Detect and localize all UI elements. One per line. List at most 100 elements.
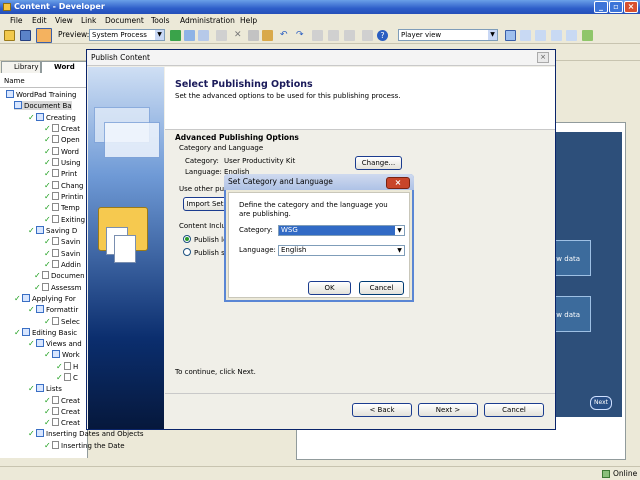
publish-dialog-title: Publish Content [91, 53, 150, 62]
category-select[interactable]: WSG ▼ [278, 225, 405, 236]
chevron-down-icon: ▼ [395, 226, 404, 235]
outdent-icon[interactable] [312, 30, 323, 41]
copy-icon[interactable] [198, 30, 209, 41]
back-button[interactable]: < Back [352, 403, 412, 417]
continue-hint: To continue, click Next. [175, 368, 256, 376]
cut-icon[interactable] [216, 30, 227, 41]
preview-toggle-icon[interactable] [36, 28, 52, 43]
cancel-button[interactable]: Cancel [484, 403, 544, 417]
tree-node[interactable]: ✓ Creat [44, 407, 80, 416]
next-button[interactable]: Next > [418, 403, 478, 417]
new-icon[interactable] [184, 30, 195, 41]
redo-icon[interactable]: ↷ [296, 30, 307, 41]
tree-node[interactable]: ✓ Savin [44, 249, 80, 258]
tree-node[interactable]: ✓ Inserting Dates and Objects [28, 429, 144, 438]
app-icon [3, 3, 11, 11]
properties-icon[interactable] [262, 30, 273, 41]
tree-node[interactable]: ✓ Chang [44, 181, 84, 190]
chevron-down-icon: ▼ [488, 30, 497, 40]
ok-button[interactable]: OK [308, 281, 351, 295]
undo-icon[interactable]: ↶ [280, 30, 291, 41]
minimize-button[interactable]: _ [594, 1, 608, 13]
layout-1-icon[interactable] [505, 30, 516, 41]
page-subtitle: Set the advanced options to be used for … [175, 92, 401, 100]
layout-3-icon[interactable] [535, 30, 546, 41]
indent-icon[interactable] [328, 30, 339, 41]
tree-node[interactable]: ✓ Views and [28, 339, 82, 348]
outline-column-name[interactable]: Name [0, 77, 88, 88]
layout-4-icon[interactable] [551, 30, 562, 41]
tree-node[interactable]: ✓ Creating [28, 113, 76, 122]
radio-publish-option-1[interactable]: Publish lo [183, 235, 227, 244]
tree-node[interactable]: ✓ Exiting [44, 215, 85, 224]
close-icon[interactable]: × [386, 177, 410, 189]
tree-node[interactable]: ✓ Word [44, 147, 79, 156]
tree-node[interactable]: ✓ Assessm [34, 283, 82, 292]
language-select[interactable]: English ▼ [278, 245, 405, 256]
player-view-select[interactable]: Player view ▼ [398, 29, 498, 41]
tree-node[interactable]: ✓ Work [44, 350, 80, 359]
tree-node[interactable]: ✓ Savin [44, 237, 80, 246]
radio-selected-icon [183, 235, 191, 243]
find-icon[interactable] [248, 30, 259, 41]
change-button[interactable]: Change... [355, 156, 402, 170]
tree-node[interactable]: ✓ Saving D [28, 226, 77, 235]
tree-node[interactable]: WordPad Training [6, 90, 76, 99]
tree-node[interactable]: Document Ba [14, 101, 72, 110]
tree-node[interactable]: ✓ Temp [44, 203, 80, 212]
tree-node[interactable]: ✓ Print [44, 169, 77, 178]
tree-node[interactable]: ✓ Applying For [14, 294, 76, 303]
advanced-options-title: Advanced Publishing Options [175, 133, 299, 142]
wizard-header: Select Publishing Options Set the advanc… [165, 67, 555, 130]
menu-edit[interactable]: Edit [32, 16, 47, 25]
menu-view[interactable]: View [55, 16, 73, 25]
tree-node[interactable]: ✓ C [56, 373, 78, 382]
import-settings-button[interactable]: Import Set [183, 197, 227, 211]
tree-node[interactable]: ✓ Lists [28, 384, 62, 393]
toolbar: Preview: System Process ▼ ✕ ↶ ↷ ? Player… [0, 27, 640, 44]
menu-file[interactable]: File [10, 16, 23, 25]
tab-word[interactable]: Word [41, 61, 87, 73]
tree-node[interactable]: ✓ H [56, 362, 78, 371]
preview-mode-value: System Process [92, 31, 147, 39]
save-icon[interactable] [20, 30, 31, 41]
go-icon[interactable] [170, 30, 181, 41]
preview-mode-select[interactable]: System Process ▼ [89, 29, 165, 41]
tree-node[interactable]: ✓ Editing Basic [14, 328, 77, 337]
tab-library[interactable]: Library [1, 61, 41, 73]
close-window-button[interactable]: × [624, 1, 638, 13]
help-icon[interactable]: ? [377, 30, 388, 41]
tree-node[interactable]: ✓ Creat [44, 124, 80, 133]
refresh-icon[interactable] [582, 30, 593, 41]
format-icon[interactable] [362, 30, 373, 41]
tree-node[interactable]: ✓ Open [44, 135, 80, 144]
language-label: Language: [239, 246, 276, 254]
radio-publish-option-2[interactable]: Publish se [183, 248, 229, 257]
tree-node[interactable]: ✓ Using [44, 158, 81, 167]
delete-icon[interactable]: ✕ [234, 30, 245, 41]
close-icon[interactable]: × [537, 52, 549, 63]
menu-document[interactable]: Document [105, 16, 144, 25]
cancel-button[interactable]: Cancel [359, 281, 404, 295]
slide-next-button[interactable]: Next [590, 396, 612, 410]
menu-link[interactable]: Link [81, 16, 96, 25]
menu-help[interactable]: Help [240, 16, 257, 25]
sort-icon[interactable] [344, 30, 355, 41]
maximize-button[interactable]: ▫ [609, 1, 623, 13]
layout-5-icon[interactable] [566, 30, 577, 41]
publish-dialog-titlebar: Publish Content [87, 50, 555, 66]
menu-tools[interactable]: Tools [151, 16, 169, 25]
layout-2-icon[interactable] [520, 30, 531, 41]
tree-node[interactable]: ✓ Inserting the Date [44, 441, 125, 450]
menu-administration[interactable]: Administration [180, 16, 235, 25]
tree-node[interactable]: ✓ Formattir [28, 305, 78, 314]
tree-node[interactable]: ✓ Addin [44, 260, 81, 269]
tree-node[interactable]: ✓ Selec [44, 317, 80, 326]
tab-library-label: Library [14, 63, 39, 71]
tree-node[interactable]: ✓ Documen [34, 271, 85, 280]
tree-node[interactable]: ✓ Creat [44, 418, 80, 427]
footer-divider [165, 393, 555, 394]
open-folder-icon[interactable] [4, 30, 15, 41]
tree-node[interactable]: ✓ Creat [44, 396, 80, 405]
tree-node[interactable]: ✓ Printin [44, 192, 83, 201]
